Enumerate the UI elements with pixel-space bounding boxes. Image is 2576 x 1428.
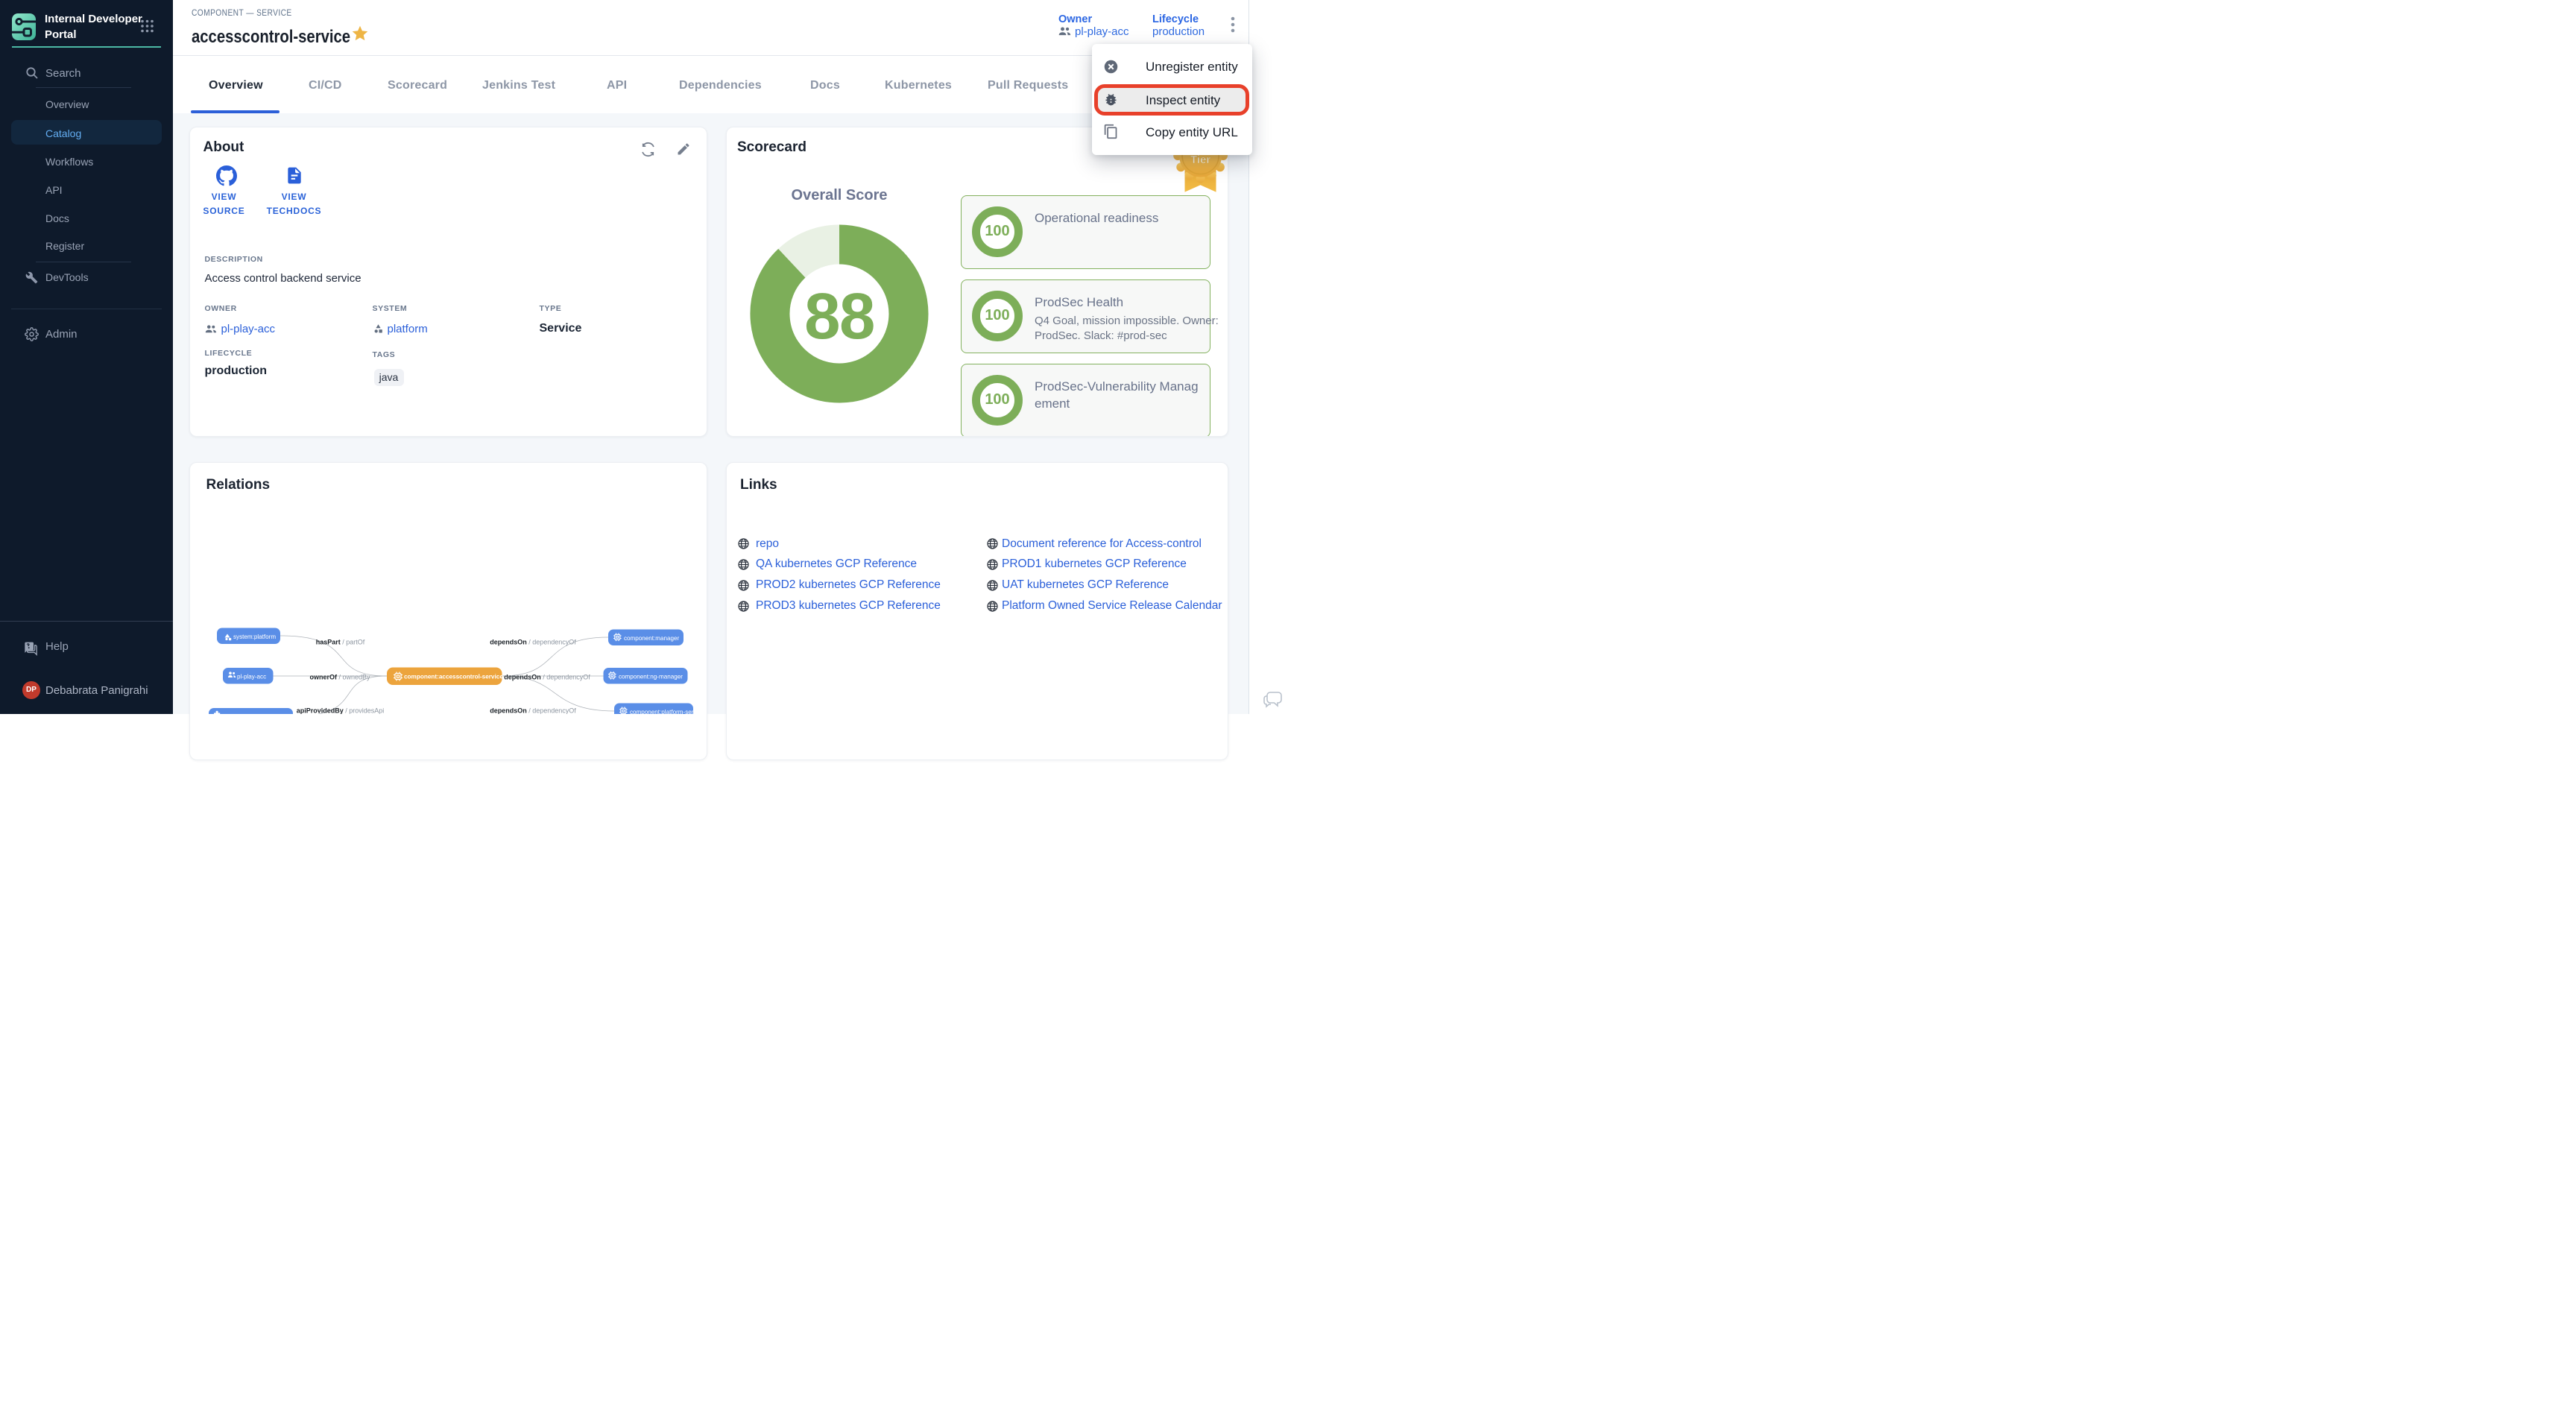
svg-text:apiProvidedBy / providesApi: apiProvidedBy / providesApi: [297, 707, 385, 715]
svg-text:component:platform-service: component:platform-service: [630, 709, 704, 714]
svg-text:pl-play-acc: pl-play-acc: [237, 674, 266, 680]
svg-text:component:accesscontrol-servic: component:accesscontrol-service: [404, 674, 503, 680]
svg-text:system:platform: system:platform: [233, 634, 276, 640]
svg-text:ownerOf / ownedBy: ownerOf / ownedBy: [309, 674, 370, 681]
svg-text:component:manager: component:manager: [624, 635, 680, 642]
svg-text:hasPart / partOf: hasPart / partOf: [316, 639, 365, 646]
svg-text:component:ng-manager: component:ng-manager: [619, 674, 683, 680]
svg-text:88: 88: [804, 280, 874, 353]
svg-text:dependsOn / dependencyOf: dependsOn / dependencyOf: [504, 674, 590, 681]
svg-text:dependsOn / dependencyOf: dependsOn / dependencyOf: [490, 707, 576, 715]
svg-text:dependsOn / dependencyOf: dependsOn / dependencyOf: [490, 639, 576, 646]
svg-text:Tier: Tier: [1190, 154, 1210, 166]
svg-text:api:accesscontrol-service: api:accesscontrol-service: [223, 714, 291, 715]
